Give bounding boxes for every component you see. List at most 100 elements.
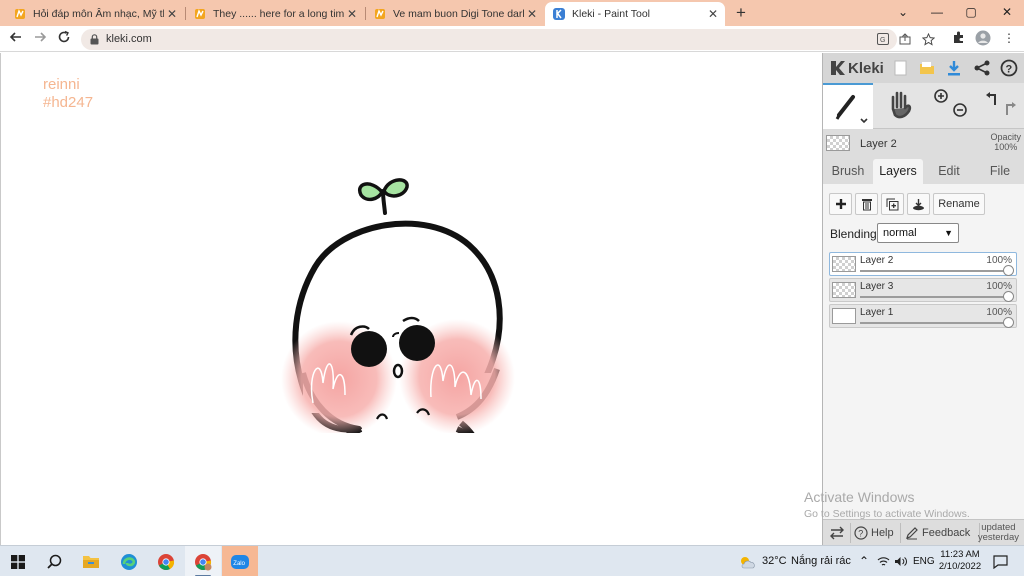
layer-opacity-slider-track[interactable] <box>860 296 1008 298</box>
kleki-side-panel: Kleki ? Layer 2 Opacity 100% Brush Layer… <box>822 53 1024 545</box>
current-layer-indicator[interactable]: Layer 2 Opacity 100% <box>823 130 1024 158</box>
close-tab-icon[interactable]: ✕ <box>344 7 360 21</box>
signature-name: reinni <box>43 76 80 93</box>
swap-sides-icon[interactable] <box>829 520 845 546</box>
browser-tab-3[interactable]: Ve mam buon Digi Tone dark Cs ✕ <box>366 2 544 26</box>
back-arrow-icon[interactable] <box>6 29 26 49</box>
trash-icon <box>861 199 872 211</box>
layer-name: Layer 1 <box>860 307 894 318</box>
browser-tab-title: They ...... here for a long time. " M <box>213 8 344 20</box>
bookmark-star-icon[interactable] <box>921 32 935 47</box>
layers-tab-body: Rename Blending normal ▼ Layer 2 100% La… <box>823 184 1024 524</box>
close-tab-icon[interactable]: ✕ <box>705 7 721 21</box>
tray-chevron-up-icon[interactable]: ⌃ <box>859 546 869 576</box>
undo-redo-button[interactable] <box>977 83 1024 129</box>
extensions-puzzle-icon[interactable] <box>951 30 967 46</box>
download-icon[interactable] <box>945 59 963 77</box>
zoom-in-out-icon <box>934 89 967 117</box>
taskbar-clock[interactable]: 11:23 AM 2/10/2022 <box>938 549 982 573</box>
window-close-icon[interactable]: ✕ <box>990 0 1024 24</box>
duplicate-layer-button[interactable] <box>881 193 904 215</box>
opacity-label: Opacity <box>990 132 1021 142</box>
feedback-pencil-icon <box>906 527 918 540</box>
maximize-icon[interactable]: ▢ <box>954 0 988 24</box>
share-icon[interactable] <box>973 59 991 77</box>
start-windows-icon[interactable] <box>0 546 36 576</box>
rename-layer-button[interactable]: Rename <box>933 193 985 215</box>
weather-temperature[interactable]: 32°C <box>762 546 787 576</box>
opacity-value: 100% <box>994 142 1018 152</box>
kleki-bottom-bar: ? Help Feedback updated yesterday <box>823 519 1024 545</box>
forward-arrow-icon[interactable] <box>30 29 50 49</box>
weather-partly-sunny-icon[interactable] <box>734 546 760 576</box>
layer-opacity-slider-track[interactable] <box>860 322 1008 324</box>
watermark-subtitle: Go to Settings to activate Windows. <box>804 508 970 520</box>
layer-row-layer-1[interactable]: Layer 1 100% <box>829 304 1017 328</box>
zoom-tool-button[interactable] <box>927 83 975 129</box>
hand-tool-button[interactable] <box>875 83 925 129</box>
tab-brush[interactable]: Brush <box>823 159 873 184</box>
input-language[interactable]: ENG <box>913 546 935 576</box>
weather-description[interactable]: Nắng rải rác <box>791 546 851 576</box>
layer-opacity-slider-track[interactable] <box>860 270 1008 272</box>
browser-tab-kleki[interactable]: Kleki - Paint Tool ✕ <box>545 2 725 26</box>
drawing-canvas[interactable]: reinni #hd247 <box>0 53 822 545</box>
browser-tab-title: Ve mam buon Digi Tone dark Cs <box>393 8 524 20</box>
help-button[interactable]: ? Help <box>854 520 894 546</box>
address-bar[interactable]: kleki.com G <box>81 29 935 50</box>
close-tab-icon[interactable]: ✕ <box>524 7 540 21</box>
browser-menu-kebab-icon[interactable]: ⋮ <box>1001 30 1017 46</box>
clock-time: 11:23 AM <box>940 549 980 560</box>
tab-layers[interactable]: Layers <box>873 159 923 184</box>
kleki-top-bar: Kleki ? <box>823 53 1024 83</box>
reload-icon[interactable] <box>54 29 74 49</box>
hoidap-favicon-icon <box>14 8 26 20</box>
svg-text:?: ? <box>858 529 863 539</box>
kleki-logo[interactable]: Kleki <box>828 58 884 78</box>
delete-layer-button[interactable] <box>855 193 878 215</box>
layer-row-layer-2[interactable]: Layer 2 100% <box>829 252 1017 276</box>
feedback-button[interactable]: Feedback <box>905 520 970 546</box>
new-file-icon[interactable] <box>891 59 909 77</box>
layer-opacity-slider-handle[interactable] <box>1003 265 1014 276</box>
tab-search-chevron-icon[interactable]: ⌄ <box>886 0 920 24</box>
add-layer-button[interactable] <box>829 193 852 215</box>
layer-opacity-slider-handle[interactable] <box>1003 317 1014 328</box>
close-tab-icon[interactable]: ✕ <box>164 7 180 21</box>
chrome-profile-icon[interactable] <box>185 546 221 576</box>
speaker-volume-icon[interactable] <box>894 546 907 576</box>
share-page-icon[interactable] <box>898 33 912 47</box>
blending-mode-select[interactable]: normal ▼ <box>877 223 959 243</box>
browser-tab-2[interactable]: They ...... here for a long time. " M ✕ <box>186 2 364 26</box>
file-explorer-icon[interactable] <box>73 546 109 576</box>
brush-tool-button[interactable] <box>823 83 873 129</box>
minimize-icon[interactable]: — <box>920 0 954 24</box>
profile-avatar-icon[interactable] <box>975 30 991 46</box>
panel-tabs: Brush Layers Edit File <box>823 159 1024 184</box>
layer-name: Layer 3 <box>860 281 894 292</box>
kleki-logo-text: Kleki <box>848 59 884 77</box>
notifications-icon[interactable] <box>985 546 1015 576</box>
zalo-app-icon[interactable]: Zalo <box>222 546 258 576</box>
open-folder-icon[interactable] <box>918 59 936 77</box>
layer-opacity-slider-handle[interactable] <box>1003 291 1014 302</box>
current-layer-thumbnail <box>826 135 850 151</box>
hoidap-favicon-icon <box>194 8 206 20</box>
merge-layer-button[interactable] <box>907 193 930 215</box>
browser-tab-strip: Hỏi đáp môn Âm nhạc, Mỹ thuật ✕ They ...… <box>0 0 1024 26</box>
wifi-icon[interactable] <box>877 546 890 576</box>
new-tab-plus-icon[interactable]: + <box>731 3 751 23</box>
edge-browser-icon[interactable] <box>111 546 147 576</box>
translate-icon[interactable]: G <box>876 33 890 47</box>
help-circle-icon[interactable]: ? <box>1000 59 1018 77</box>
tab-file[interactable]: File <box>975 159 1024 184</box>
chevron-down-icon: ▼ <box>944 228 953 238</box>
kleki-favicon-icon <box>553 8 565 20</box>
chrome-icon[interactable] <box>148 546 184 576</box>
layer-row-layer-3[interactable]: Layer 3 100% <box>829 278 1017 302</box>
search-icon[interactable] <box>36 546 72 576</box>
layer-thumbnail <box>832 282 856 298</box>
current-layer-opacity: Opacity 100% <box>990 132 1021 152</box>
tab-edit[interactable]: Edit <box>923 159 975 184</box>
browser-tab-1[interactable]: Hỏi đáp môn Âm nhạc, Mỹ thuật ✕ <box>6 2 184 26</box>
